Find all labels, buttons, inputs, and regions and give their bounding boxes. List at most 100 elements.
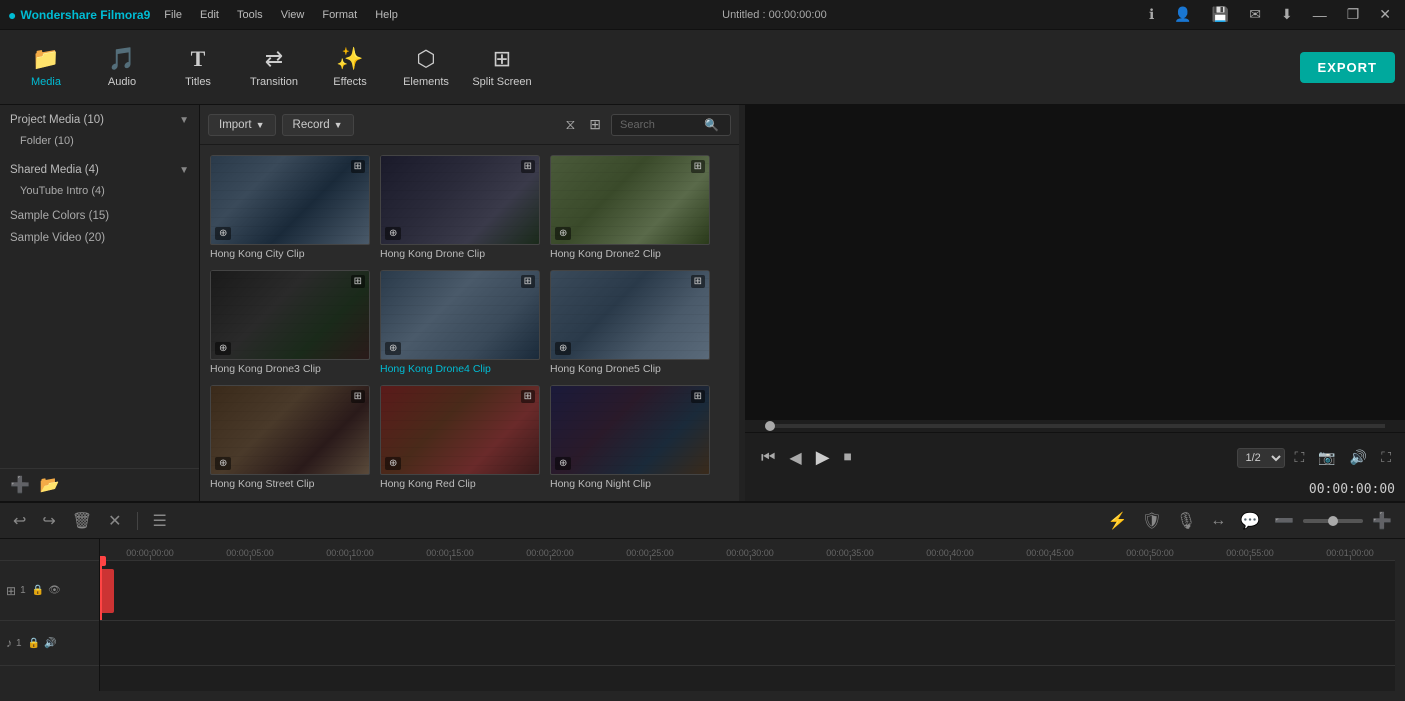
thumb-add-icon-hk-drone2[interactable]: ⊕: [555, 227, 571, 240]
fullscreen-preview-icon[interactable]: ⛶: [1291, 447, 1309, 468]
menu-format[interactable]: Format: [314, 7, 365, 23]
volume-icon[interactable]: 🔊: [1346, 447, 1371, 468]
minimize-btn[interactable]: —: [1307, 5, 1333, 25]
restore-btn[interactable]: ❐: [1341, 4, 1366, 25]
eye-icon[interactable]: 👁: [48, 585, 61, 596]
media-thumb-hk-drone[interactable]: ⊞⊕Hong Kong Drone Clip: [380, 155, 540, 260]
sidebar-item-sample-colors[interactable]: Sample Colors (15): [0, 205, 199, 227]
search-input[interactable]: [620, 119, 700, 131]
sidebar-item-folder[interactable]: Folder (10): [0, 131, 199, 151]
thumb-add-icon-hk-drone3[interactable]: ⊕: [215, 342, 231, 355]
thumb-grid-overlay-hk-drone5: ⊞: [691, 275, 705, 288]
media-thumb-hk-drone5[interactable]: ⊞⊕Hong Kong Drone5 Clip: [550, 270, 710, 375]
snapshot-icon[interactable]: 📷: [1314, 447, 1339, 468]
user-icon[interactable]: 👤: [1168, 4, 1197, 25]
save-icon[interactable]: 💾: [1206, 4, 1235, 25]
elements-icon: ⬡: [416, 46, 435, 72]
timecode-display: 00:00:00:00: [1309, 482, 1395, 497]
split-btn[interactable]: ↔: [1205, 510, 1231, 532]
download-icon[interactable]: ⬇: [1275, 4, 1299, 25]
open-folder-btn[interactable]: 📂: [40, 475, 60, 495]
thumb-add-icon-hk-drone[interactable]: ⊕: [385, 227, 401, 240]
sidebar-item-youtube-intro[interactable]: YouTube Intro (4): [0, 181, 199, 201]
thumb-add-icon-hk-drone5[interactable]: ⊕: [555, 342, 571, 355]
close-btn[interactable]: ✕: [1373, 4, 1397, 25]
prev-frame-btn[interactable]: ⏮: [755, 446, 781, 470]
menu-help[interactable]: Help: [367, 7, 406, 23]
window-title: Untitled : 00:00:00:00: [722, 9, 827, 21]
ruler-mark-3: 00:00:15:00: [400, 548, 500, 560]
zoom-out-btn[interactable]: ➖: [1269, 509, 1299, 533]
thumb-add-icon-hk-street[interactable]: ⊕: [215, 457, 231, 470]
tool-splitscreen[interactable]: ⊞ Split Screen: [466, 35, 538, 99]
zoom-slider[interactable]: [1303, 519, 1363, 523]
mail-icon[interactable]: ✉: [1243, 4, 1267, 25]
info-icon[interactable]: ℹ: [1143, 4, 1160, 25]
speed-btn[interactable]: ⚡: [1103, 509, 1133, 533]
thumb-add-icon-hk-drone4[interactable]: ⊕: [385, 342, 401, 355]
audio-mute-icon[interactable]: 🔊: [44, 638, 56, 649]
menu-file[interactable]: File: [156, 7, 190, 23]
lock-icon[interactable]: 🔒: [32, 585, 44, 596]
undo-btn[interactable]: ↩: [8, 509, 31, 533]
tool-media[interactable]: 📁 Media: [10, 35, 82, 99]
import-btn[interactable]: Import ▼: [208, 114, 276, 136]
tool-media-label: Media: [31, 76, 61, 88]
media-thumb-hk-drone4[interactable]: ⊞⊕Hong Kong Drone4 Clip: [380, 270, 540, 375]
export-button[interactable]: EXPORT: [1300, 52, 1395, 83]
zoom-slider-thumb[interactable]: [1328, 516, 1338, 526]
media-thumb-hk-drone2[interactable]: ⊞⊕Hong Kong Drone2 Clip: [550, 155, 710, 260]
timeline-right-scrollbar[interactable]: [1395, 539, 1405, 691]
expand-icon[interactable]: ⛶: [1377, 447, 1395, 468]
media-thumb-hk-night[interactable]: ⊞⊕Hong Kong Night Clip: [550, 385, 710, 490]
thumb-add-icon-hk-city[interactable]: ⊕: [215, 227, 231, 240]
thumb-add-icon-hk-red[interactable]: ⊕: [385, 457, 401, 470]
stop-btn[interactable]: ⏹: [838, 446, 858, 470]
sidebar-group-shared-media[interactable]: Shared Media (4) ▼: [0, 159, 199, 181]
menu-tools[interactable]: Tools: [229, 7, 271, 23]
add-media-btn[interactable]: ➕: [10, 475, 30, 495]
thumb-label-hk-drone3: Hong Kong Drone3 Clip: [210, 363, 370, 375]
record-btn[interactable]: Record ▼: [282, 114, 354, 136]
delete-btn[interactable]: 🗑: [67, 509, 97, 533]
media-thumb-hk-street[interactable]: ⊞⊕Hong Kong Street Clip: [210, 385, 370, 490]
playhead[interactable]: [100, 561, 102, 620]
thumb-img-hk-red: ⊞⊕: [380, 385, 540, 475]
color-btn[interactable]: 🛡: [1137, 509, 1167, 533]
filter-icon[interactable]: ⧖: [561, 114, 579, 135]
thumb-img-hk-city: ⊞⊕: [210, 155, 370, 245]
tool-audio[interactable]: 🎵 Audio: [86, 35, 158, 99]
text-btn[interactable]: 💬: [1235, 509, 1265, 533]
media-thumb-hk-city[interactable]: ⊞⊕Hong Kong City Clip: [210, 155, 370, 260]
thumb-add-icon-hk-night[interactable]: ⊕: [555, 457, 571, 470]
cut-btn[interactable]: ✕: [103, 509, 126, 533]
timeline-bottom-scrollbar[interactable]: [0, 691, 1405, 701]
step-back-btn[interactable]: ◀: [783, 445, 807, 471]
scrubber-thumb[interactable]: [765, 421, 775, 431]
zoom-select[interactable]: 1/2 1/4 1/8 Full: [1237, 448, 1285, 468]
sidebar-group-project-media[interactable]: Project Media (10) ▼: [0, 109, 199, 131]
video-track-row[interactable]: [100, 561, 1395, 621]
timeline-ruler[interactable]: 00:00:00:0000:00:05:0000:00:10:0000:00:1…: [100, 539, 1395, 561]
menu-edit[interactable]: Edit: [192, 7, 227, 23]
voiceover-btn[interactable]: 🎙: [1171, 509, 1201, 533]
preview-scrubber[interactable]: [765, 424, 1385, 428]
tool-effects[interactable]: ✨ Effects: [314, 35, 386, 99]
redo-btn[interactable]: ↪: [37, 509, 60, 533]
clip-block[interactable]: [100, 569, 114, 613]
menu-view[interactable]: View: [273, 7, 313, 23]
grid-icon[interactable]: ⊞: [585, 114, 605, 135]
audio-lock-icon[interactable]: 🔒: [28, 638, 40, 649]
adjust-btn[interactable]: ☰: [148, 509, 172, 533]
tool-titles[interactable]: T Titles: [162, 35, 234, 99]
audio-track-row[interactable]: [100, 621, 1395, 666]
timeline-tracks[interactable]: 00:00:00:0000:00:05:0000:00:10:0000:00:1…: [100, 539, 1395, 691]
media-thumb-hk-red[interactable]: ⊞⊕Hong Kong Red Clip: [380, 385, 540, 490]
tool-elements[interactable]: ⬡ Elements: [390, 35, 462, 99]
tool-transition[interactable]: ⇄ Transition: [238, 35, 310, 99]
play-btn[interactable]: ▶: [810, 444, 836, 471]
zoom-in-btn[interactable]: ➕: [1367, 509, 1397, 533]
thumb-img-hk-drone: ⊞⊕: [380, 155, 540, 245]
media-thumb-hk-drone3[interactable]: ⊞⊕Hong Kong Drone3 Clip: [210, 270, 370, 375]
sidebar-item-sample-video[interactable]: Sample Video (20): [0, 227, 199, 249]
